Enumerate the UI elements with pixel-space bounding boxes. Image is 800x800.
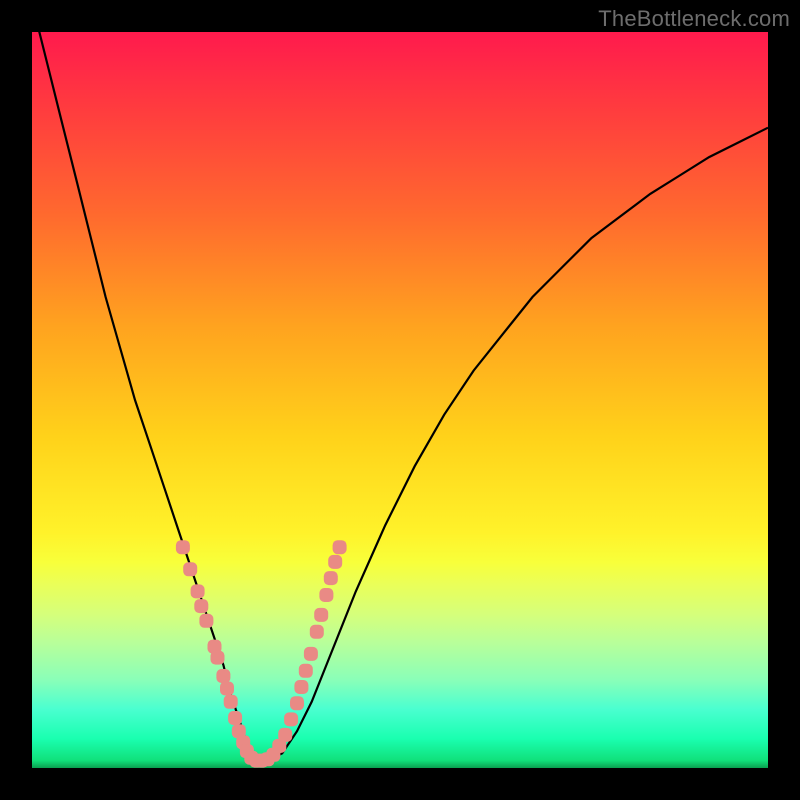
marker-dot <box>224 695 238 709</box>
marker-dot <box>194 599 208 613</box>
curve-markers <box>176 540 347 767</box>
marker-dot <box>290 696 304 710</box>
marker-dot <box>328 555 342 569</box>
marker-dot <box>183 562 197 576</box>
marker-dot <box>310 625 324 639</box>
marker-dot <box>294 680 308 694</box>
marker-dot <box>199 614 213 628</box>
marker-dot <box>216 669 230 683</box>
marker-dot <box>324 571 338 585</box>
chart-frame: TheBottleneck.com <box>0 0 800 800</box>
marker-dot <box>211 651 225 665</box>
marker-dot <box>176 540 190 554</box>
chart-svg <box>32 32 768 768</box>
marker-dot <box>278 728 292 742</box>
marker-dot <box>304 647 318 661</box>
marker-dot <box>319 588 333 602</box>
marker-dot <box>228 711 242 725</box>
watermark-text: TheBottleneck.com <box>598 6 790 32</box>
marker-dot <box>284 712 298 726</box>
marker-dot <box>314 608 328 622</box>
bottleneck-curve <box>32 3 768 761</box>
marker-dot <box>220 682 234 696</box>
marker-dot <box>333 540 347 554</box>
marker-dot <box>191 584 205 598</box>
marker-dot <box>299 664 313 678</box>
